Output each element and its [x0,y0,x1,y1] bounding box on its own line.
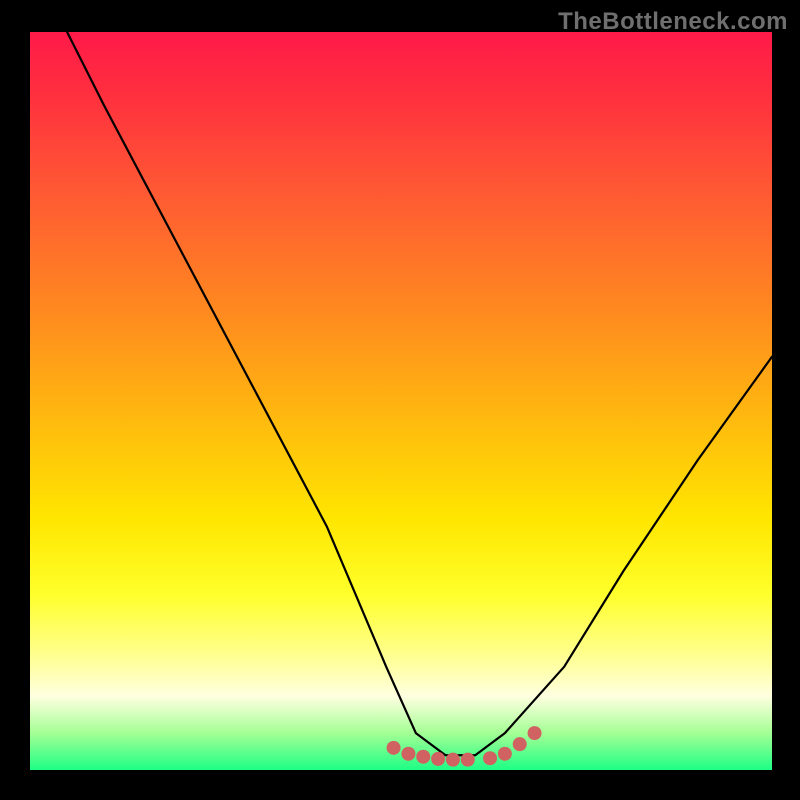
black-curve-group [67,32,772,755]
bottom-dot [387,741,401,755]
black-curve-path [67,32,772,755]
plot-area [30,32,772,770]
brand-watermark: TheBottleneck.com [558,8,788,36]
bottom-dot [431,752,445,766]
bottom-dot [513,737,527,751]
bottom-dot [401,747,415,761]
chart-container: TheBottleneck.com [0,0,800,800]
bottom-dot [528,726,542,740]
bottom-dot [483,751,497,765]
bottom-dot [416,750,430,764]
bottom-dot [461,753,475,767]
bottom-dots-group [387,726,542,767]
bottom-dot [446,753,460,767]
chart-svg [30,32,772,770]
bottom-dot [498,747,512,761]
